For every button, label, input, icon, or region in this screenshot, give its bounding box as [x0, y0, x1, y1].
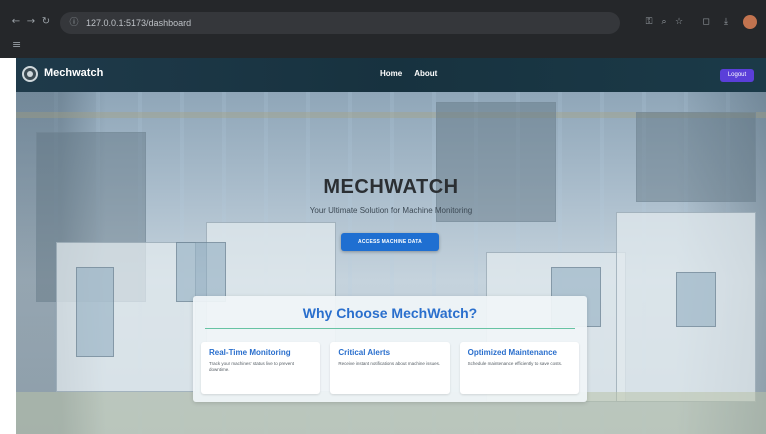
hamburger-menu-icon[interactable]: ≡ — [12, 39, 24, 50]
feature-card-real-time-monitoring: Real-Time Monitoring Track your machines… — [201, 342, 321, 394]
nav-about-link[interactable]: About — [414, 69, 437, 78]
hero-title: MECHWATCH — [323, 176, 459, 198]
reload-icon[interactable]: ↻ — [40, 16, 52, 28]
feature-card-title: Real-Time Monitoring — [209, 348, 291, 357]
background-machine-screen — [176, 242, 226, 302]
brand-name[interactable]: Mechwatch — [44, 67, 103, 79]
logout-button[interactable]: Logout — [720, 69, 754, 82]
zoom-icon[interactable]: ⌕ — [658, 16, 670, 28]
password-key-icon[interactable]: ⚿ — [643, 16, 655, 28]
feature-card-text: Schedule maintenance efficiently to save… — [467, 361, 563, 366]
browser-chrome: ← → ↻ ⓘ 127.0.0.1:5173/dashboard ⚿ ⌕ ☆ ◻… — [0, 0, 766, 58]
bookmark-star-icon[interactable]: ☆ — [673, 16, 685, 28]
feature-card-optimized-maintenance: Optimized Maintenance Schedule maintenan… — [459, 342, 579, 394]
address-bar[interactable]: ⓘ 127.0.0.1:5173/dashboard — [60, 12, 620, 34]
nav-home-link[interactable]: Home — [380, 69, 402, 78]
mechwatch-logo-icon[interactable] — [22, 66, 38, 82]
hero-section: MECHWATCH Your Ultimate Solution for Mac… — [16, 92, 766, 434]
profile-avatar[interactable] — [743, 15, 757, 29]
access-machine-data-button[interactable]: ACCESS MACHINE DATA — [341, 233, 439, 251]
divider — [205, 328, 575, 329]
url-text[interactable]: 127.0.0.1:5173/dashboard — [86, 16, 191, 30]
background-machine — [436, 102, 556, 222]
feature-cards: Real-Time Monitoring Track your machines… — [201, 342, 579, 394]
background-machine-door — [76, 267, 114, 357]
why-choose-title: Why Choose MechWatch? — [302, 305, 478, 321]
site-info-icon[interactable]: ⓘ — [68, 17, 80, 29]
nav-links: Home About — [380, 69, 437, 78]
address-bar-row: ← → ↻ ⓘ 127.0.0.1:5173/dashboard ⚿ ⌕ ☆ ◻… — [0, 6, 766, 40]
feature-card-critical-alerts: Critical Alerts Receive instant notifica… — [330, 342, 450, 394]
feature-card-title: Critical Alerts — [338, 348, 391, 357]
feature-card-text: Track your machines' status live to prev… — [209, 361, 294, 372]
forward-icon[interactable]: → — [25, 16, 37, 28]
download-icon[interactable]: ⤓ — [720, 16, 732, 28]
extensions-icon[interactable]: ◻ — [700, 16, 712, 28]
feature-card-title: Optimized Maintenance — [467, 348, 558, 357]
back-icon[interactable]: ← — [10, 16, 22, 28]
app-navbar: Mechwatch Home About Logout — [16, 58, 766, 92]
hero-subtitle: Your Ultimate Solution for Machine Monit… — [309, 206, 473, 215]
why-choose-panel: Why Choose MechWatch? Real-Time Monitori… — [193, 296, 587, 402]
feature-card-text: Receive instant notifications about mach… — [338, 361, 441, 366]
background-machine-screen — [676, 272, 716, 327]
